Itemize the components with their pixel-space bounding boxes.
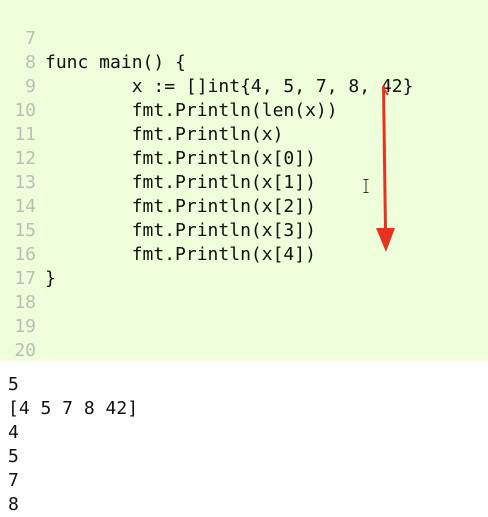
code-line[interactable]: 9 fmt.Println(len(x)) <box>0 51 488 121</box>
output-line: 8 <box>8 494 19 515</box>
code-line[interactable]: 17 <box>0 243 488 289</box>
code-line[interactable]: 15 fmt.Println(x[4]) <box>0 195 488 265</box>
output-line: [4 5 7 8 42] <box>8 398 139 419</box>
code-line[interactable]: 14 fmt.Println(x[3]) <box>0 171 488 241</box>
output-line: 5 <box>8 446 19 467</box>
code-line[interactable]: 18 <box>0 267 488 313</box>
code-line[interactable]: 8 x := []int{4, 5, 7, 8, 42} <box>0 27 488 97</box>
output-line: 5 <box>8 374 19 395</box>
code-line[interactable]: 11 fmt.Println(x[0]) <box>0 99 488 169</box>
output-line: 4 <box>8 422 19 443</box>
code-line[interactable]: 10 fmt.Println(x) <box>0 75 488 145</box>
code-line[interactable]: 13 fmt.Println(x[2]) <box>0 147 488 217</box>
code-line[interactable]: 20 <box>0 315 488 361</box>
code-line[interactable]: 7 func main() { <box>0 3 488 73</box>
program-output: 5 [4 5 7 8 42] 4 5 7 8 <box>0 361 488 517</box>
output-line: 7 <box>8 470 19 491</box>
code-line[interactable]: 21 <box>0 339 488 361</box>
code-line[interactable]: 12 fmt.Println(x[1]) <box>0 123 488 193</box>
code-line[interactable]: 16 } <box>0 219 488 289</box>
code-line[interactable]: 19 <box>0 291 488 337</box>
code-editor[interactable]: 7 func main() { 8 x := []int{4, 5, 7, 8,… <box>0 0 488 361</box>
text-cursor-icon <box>363 179 369 193</box>
